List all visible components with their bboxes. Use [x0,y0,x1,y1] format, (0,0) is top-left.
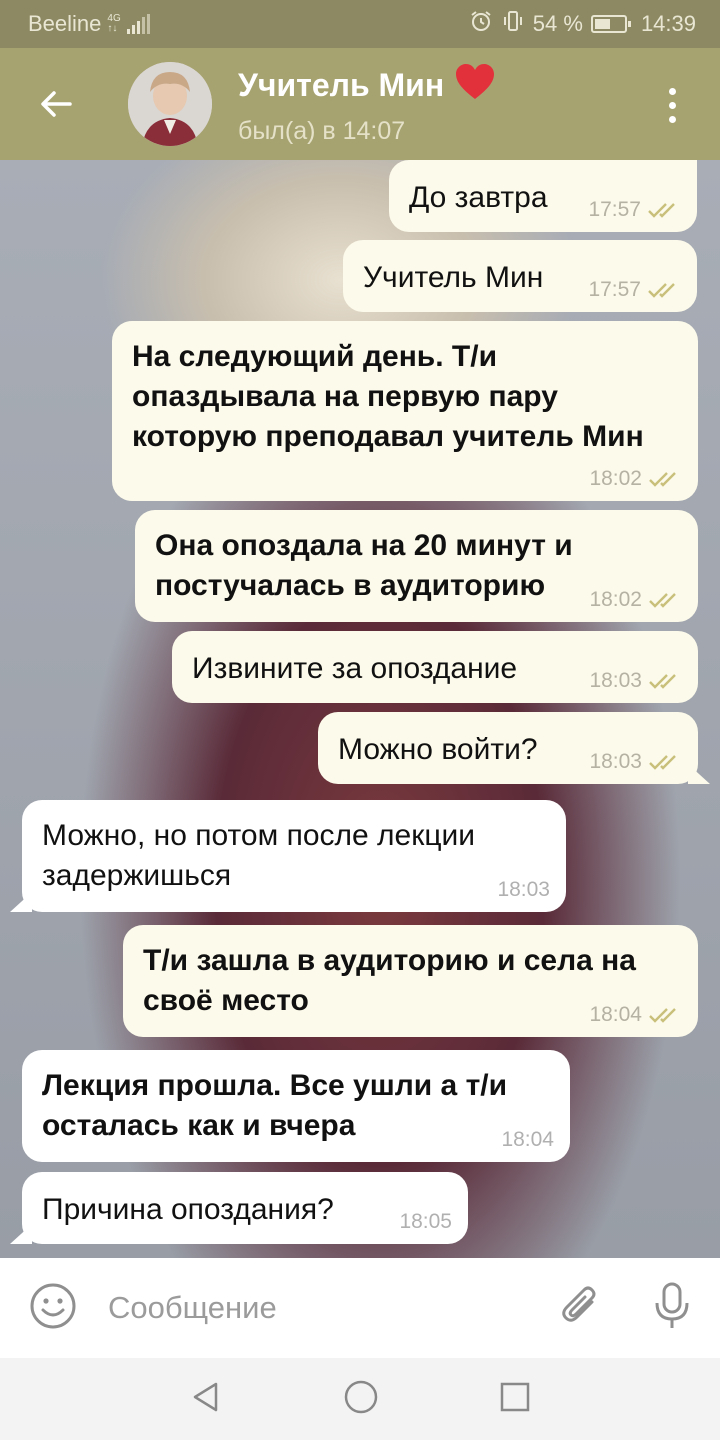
message-bubble[interactable]: Можно, но потом после лекции задержишься… [10,800,566,912]
message-time: 18:03 [497,878,550,901]
signal-icon [126,14,150,34]
message-meta: 18:05 [399,1210,452,1234]
message-input-bar: Сообщение [0,1258,720,1358]
back-button[interactable] [28,76,84,132]
read-check-icon [649,755,676,770]
more-vertical-icon [668,88,676,123]
message-meta: 18:02 [589,588,682,612]
bubble-tail [10,1224,32,1244]
read-check-icon [649,593,676,608]
nav-home-icon [344,1380,378,1413]
message-meta: 18:03 [589,669,682,693]
message-time: 17:57 [588,278,641,301]
message-bubble[interactable]: Извините за опоздание 18:03 [172,631,698,703]
read-check-icon [649,1008,676,1023]
message-meta: 18:04 [501,1128,554,1152]
message-text: До завтра [409,181,548,214]
message-bubble[interactable]: Можно войти? 18:03 [318,712,710,784]
attach-button[interactable] [558,1283,604,1334]
read-check-icon [648,203,675,218]
network-activity-label: ↑↓ [107,23,118,34]
message-time: 18:03 [589,750,642,773]
microphone-icon [655,1282,689,1328]
avatar[interactable] [128,62,212,146]
message-meta: 18:03 [589,750,682,774]
more-button[interactable] [662,88,682,123]
emoji-button[interactable] [28,1281,78,1336]
contact-info[interactable]: Учитель Мин был(а) в 14:07 [238,63,496,146]
last-seen-status: был(а) в 14:07 [238,116,406,145]
battery-percent: 54 % [532,11,583,36]
message-text: Причина опоздания? [42,1193,334,1226]
network-type: 4G ↑↓ [107,14,120,34]
message-text: Извините за опоздание [192,652,518,685]
bubble-tail [688,764,710,784]
message-meta: 17:57 [588,198,681,222]
message-meta: 17:57 [588,278,681,302]
nav-back-icon [193,1382,218,1411]
battery-icon [590,15,631,33]
read-check-icon [649,472,676,487]
carrier-info: Beeline 4G ↑↓ [28,11,150,37]
paperclip-icon [562,1286,596,1322]
message-bubble[interactable]: Лекция прошла. Все ушли а т/и осталась к… [22,1050,570,1162]
message-text: Т/и зашла в аудиторию и села на своё мес… [143,944,636,1017]
nav-recent-button[interactable] [499,1381,531,1418]
message-meta: 18:03 [497,878,550,902]
vibrate-icon [501,9,525,39]
message-time: 18:02 [589,588,642,611]
contact-name: Учитель Мин [238,63,496,109]
message-text: Она опоздала на 20 минут и постучалась в… [155,529,573,602]
message-text: На следующий день. Т/и опаздывала на пер… [132,340,644,453]
message-time: 18:04 [501,1128,554,1151]
status-bar: Beeline 4G ↑↓ 54 % 14:39 [0,0,720,48]
chat-header: Учитель Мин был(а) в 14:07 [0,48,720,160]
mic-button[interactable] [652,1281,692,1336]
read-check-icon [649,674,676,689]
system-navigation-bar [0,1358,720,1440]
message-bubble[interactable]: Причина опоздания? 18:05 [10,1172,468,1244]
message-text: Можно войти? [338,733,538,766]
bubble-tail [10,892,32,912]
message-meta: 18:02 [589,467,682,491]
message-text: Учитель Мин [363,261,544,294]
arrow-left-icon [41,91,72,117]
chat-area[interactable]: До завтра 17:57 Учитель Мин 17:57 На сле… [0,160,720,1258]
message-bubble[interactable]: На следующий день. Т/и опаздывала на пер… [112,321,698,501]
status-right: 54 % 14:39 [469,9,696,39]
message-text: Лекция прошла. Все ушли а т/и осталась к… [42,1069,508,1142]
read-check-icon [648,283,675,298]
message-bubble[interactable]: Учитель Мин 17:57 [343,240,697,312]
nav-home-button[interactable] [343,1379,379,1420]
clock: 14:39 [640,11,696,36]
message-text: Можно, но потом после лекции задержишься [42,819,476,892]
message-time: 18:05 [399,1210,452,1233]
input-actions [558,1281,692,1336]
message-input[interactable]: Сообщение [108,1290,277,1326]
message-time: 18:04 [589,1003,642,1026]
nav-recent-icon [500,1382,530,1411]
message-time: 17:57 [588,198,641,221]
message-bubble[interactable]: Она опоздала на 20 минут и постучалась в… [135,510,698,622]
message-time: 18:02 [589,467,642,490]
nav-back-button[interactable] [189,1380,223,1419]
message-time: 18:03 [589,669,642,692]
contact-name-text: Учитель Мин [238,67,445,103]
message-bubble[interactable]: До завтра 17:57 [389,160,697,232]
message-meta: 18:04 [589,1003,682,1027]
alarm-icon [469,9,493,39]
message-bubble[interactable]: Т/и зашла в аудиторию и села на своё мес… [123,925,698,1037]
carrier-name: Beeline [28,11,102,36]
emoji-icon [30,1283,76,1328]
heart-icon [454,63,496,109]
